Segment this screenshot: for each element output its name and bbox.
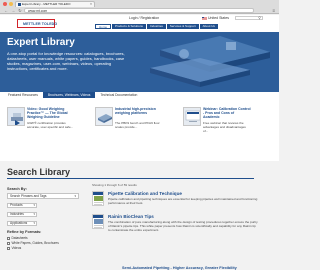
result-thumbnail[interactable] <box>92 214 104 229</box>
format-option[interactable]: White Papers, Guides, Brochures <box>7 241 59 245</box>
minimize-window-icon[interactable] <box>9 2 13 6</box>
result-title[interactable]: Pipette Calibration and Technique <box>108 191 182 196</box>
feature-text: The PBK9 bench and PFA9 floor scales pro… <box>115 121 160 129</box>
feature-thumbnail[interactable] <box>7 107 25 126</box>
filter-products-label: Products <box>10 203 23 207</box>
nav-products-solutions[interactable]: Products & Solutions <box>112 24 146 29</box>
login-link[interactable]: Login / Registration <box>129 16 159 20</box>
hero-description: A one-stop portal for knowledge resource… <box>7 51 125 72</box>
feature-title[interactable]: Industrial high-precision weighing platf… <box>115 107 163 115</box>
promo-banner-heading[interactable]: Semi-Automated Pipetting - Higher Accura… <box>122 266 237 270</box>
weighing-video-image <box>8 108 24 125</box>
country-selector[interactable]: United States <box>202 16 229 20</box>
feature-text: Free webinar that reviews the advantages… <box>203 121 246 133</box>
hero-banner: Expert Library A one-stop portal for kno… <box>0 32 279 92</box>
nav-home[interactable]: Home <box>95 24 112 29</box>
filter-industries-label: Industries <box>10 212 24 216</box>
refine-formats-label: Refine by Formats: <box>7 230 42 234</box>
browser-tab-title: Expert Library - METTLER TOLEDO <box>22 2 71 6</box>
weighing-platform-image <box>96 108 112 125</box>
site-search-input[interactable]: ⚲ <box>235 16 263 20</box>
checkbox[interactable] <box>7 236 10 240</box>
results-count: Showing 1 through 6 of 59 results <box>92 183 137 187</box>
chevron-down-icon: ▾ <box>33 221 35 225</box>
format-label: White Papers, Guides, Brochures <box>11 241 59 245</box>
document-thumbnail-image <box>93 192 103 205</box>
result-text: The combination of pure manufacturing al… <box>108 220 258 232</box>
filter-products[interactable]: Products ▾ <box>7 203 37 208</box>
format-label: Datasheets <box>11 236 28 240</box>
browser-menu-icon[interactable]: ≡ <box>272 8 275 13</box>
logo-text: METTLER TOLEDO <box>23 21 58 26</box>
chevron-down-icon: ▾ <box>33 212 35 216</box>
divider <box>7 178 254 179</box>
document-thumbnail-image <box>93 215 103 228</box>
webinar-image <box>184 108 200 125</box>
feature-thumbnail[interactable] <box>95 107 113 126</box>
chevron-down-icon: ▾ <box>74 194 76 198</box>
feature-title[interactable]: Webinar: Calibration Control - Pros and … <box>203 107 251 120</box>
search-by-label: Search By: <box>7 187 27 191</box>
browser-nav-buttons[interactable]: ← → ↻ <box>4 8 23 13</box>
search-by-value: Search Phrases and Tags <box>10 194 47 198</box>
result-title[interactable]: Rainin BioClean Tips <box>108 214 154 219</box>
filter-applications-label: Applications <box>10 221 28 225</box>
search-library-heading: Search Library <box>7 167 71 177</box>
page: METTLER TOLEDO Login / Registration Unit… <box>0 15 279 270</box>
nav-services-support[interactable]: Services & Support <box>166 24 199 29</box>
feature-text: GWP® certification provides accurate, us… <box>27 121 74 129</box>
tab-close-icon[interactable]: × <box>90 2 92 7</box>
main-nav: Home Products & Solutions Industries Ser… <box>95 24 218 29</box>
search-icon[interactable]: ⚲ <box>258 16 261 20</box>
browser-tab[interactable]: Expert Library - METTLER TOLEDO × <box>15 1 95 7</box>
format-option[interactable]: Videos <box>7 246 21 250</box>
close-window-icon[interactable] <box>3 2 7 6</box>
feature-thumbnail[interactable] <box>183 107 201 126</box>
chevron-down-icon: ▾ <box>33 203 35 207</box>
nav-about-us[interactable]: About Us <box>199 24 218 29</box>
filter-applications[interactable]: Applications ▾ <box>7 221 37 226</box>
format-option[interactable]: Datasheets <box>7 236 28 240</box>
featured-resources: Video: Good Weighing Practice™ — The Glo… <box>0 98 279 161</box>
feature-title[interactable]: Video: Good Weighing Practice™ — The Glo… <box>27 107 75 120</box>
page-title: Expert Library <box>7 37 75 48</box>
checkbox[interactable] <box>7 241 10 245</box>
search-by-select[interactable]: Search Phrases and Tags ▾ <box>7 193 79 199</box>
hero-platform-illustration <box>140 32 279 92</box>
result-thumbnail[interactable] <box>92 191 104 206</box>
nav-industries[interactable]: Industries <box>146 24 166 29</box>
checkbox[interactable] <box>7 246 10 250</box>
filter-industries[interactable]: Industries ▾ <box>7 212 37 217</box>
format-label: Videos <box>11 246 22 250</box>
browser-chrome: Expert Library - METTLER TOLEDO × ← → ↻ … <box>0 0 279 14</box>
site-header: METTLER TOLEDO Login / Registration Unit… <box>0 15 279 32</box>
result-text: Pipette calibration and pipetting techni… <box>108 197 258 205</box>
country-label: United States <box>208 16 230 20</box>
mettler-toledo-logo[interactable]: METTLER TOLEDO <box>17 19 58 28</box>
favicon-icon <box>18 3 21 6</box>
address-bar[interactable]: www.mt.com <box>24 8 254 13</box>
us-flag-icon <box>202 16 207 20</box>
